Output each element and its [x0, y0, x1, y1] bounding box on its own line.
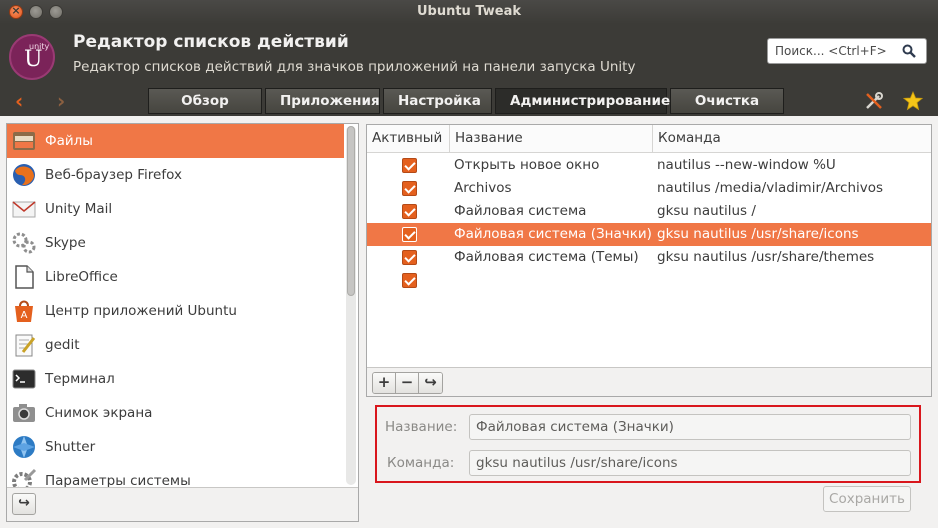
reset-button[interactable]: ↪: [12, 493, 36, 515]
gedit-icon: [15, 334, 36, 357]
list-item-skype[interactable]: Skype: [7, 226, 344, 260]
list-item-system-settings[interactable]: Параметры системы: [7, 464, 344, 487]
list-item-libreoffice[interactable]: LibreOffice: [7, 260, 344, 294]
files-icon: [13, 132, 35, 150]
column-header-command[interactable]: Команда: [653, 125, 931, 152]
table-button-group: + − ↪: [372, 372, 443, 394]
application-list[interactable]: Файлы Веб-браузер Firefox Unity Mail Sky…: [7, 124, 344, 487]
camera-icon: [13, 404, 35, 422]
window-titlebar: × Ubuntu Tweak: [0, 0, 938, 24]
section-tabs: Обзор Приложения Настройка Администриров…: [148, 88, 787, 114]
settings-icon: [12, 468, 37, 487]
active-checkbox[interactable]: [402, 181, 417, 196]
active-checkbox[interactable]: [402, 204, 417, 219]
add-item-button[interactable]: +: [373, 373, 396, 393]
table-header: Активный Название Команда: [367, 125, 931, 153]
table-row-selected[interactable]: Файловая система (Значки) gksu nautilus …: [367, 223, 931, 246]
name-field[interactable]: Файловая система (Значки): [469, 414, 911, 440]
list-item-files[interactable]: Файлы: [7, 124, 344, 158]
application-list-panel: Файлы Веб-браузер Firefox Unity Mail Sky…: [6, 123, 359, 522]
tab-overview[interactable]: Обзор: [148, 88, 262, 114]
page-title: Редактор списков действий: [73, 32, 349, 52]
table-row[interactable]: [367, 269, 931, 292]
list-item-terminal[interactable]: Терминал: [7, 362, 344, 396]
active-checkbox[interactable]: [402, 273, 417, 288]
table-row[interactable]: Открыть новое окно nautilus --new-window…: [367, 154, 931, 177]
search-input[interactable]: Поиск... <Ctrl+F>: [767, 38, 927, 64]
terminal-icon: [12, 369, 36, 389]
column-header-active[interactable]: Активный: [367, 125, 450, 152]
active-checkbox[interactable]: [402, 158, 417, 173]
shutter-icon: [13, 436, 35, 458]
active-checkbox[interactable]: [402, 227, 417, 242]
tab-applications[interactable]: Приложения: [265, 88, 380, 114]
software-center-icon: A: [15, 300, 33, 322]
table-row[interactable]: Файловая система (Темы) gksu nautilus /u…: [367, 246, 931, 269]
page-subtitle: Редактор списков действий для значков пр…: [73, 59, 636, 75]
app-list-scroll-thumb[interactable]: [347, 126, 355, 296]
list-item-unity-mail[interactable]: Unity Mail: [7, 192, 344, 226]
save-button[interactable]: Сохранить: [823, 486, 911, 512]
back-button[interactable]: ‹: [15, 89, 23, 113]
table-toolbar: + − ↪: [367, 367, 931, 396]
unity-logo-icon: unity U: [9, 34, 55, 80]
main-toolbar: ‹ › Обзор Приложения Настройка Администр…: [0, 88, 938, 116]
command-label: Команда:: [387, 455, 455, 471]
mail-icon: [12, 201, 36, 218]
table-row[interactable]: Файловая система gksu nautilus /: [367, 200, 931, 223]
libreoffice-icon: [15, 265, 34, 289]
forward-button[interactable]: ›: [57, 89, 65, 113]
tab-admins[interactable]: Администрирование: [495, 88, 670, 114]
active-checkbox[interactable]: [402, 250, 417, 265]
redo-item-button[interactable]: ↪: [419, 373, 442, 393]
skype-icon: [12, 232, 36, 254]
list-item-shutter[interactable]: Shutter: [7, 430, 344, 464]
search-icon: [902, 44, 916, 58]
list-item-software-center[interactable]: A Центр приложений Ubuntu: [7, 294, 344, 328]
list-item-screenshot[interactable]: Снимок экрана: [7, 396, 344, 430]
quicklist-table: Активный Название Команда Открыть новое …: [366, 124, 932, 397]
list-item-firefox[interactable]: Веб-браузер Firefox: [7, 158, 344, 192]
command-field[interactable]: gksu nautilus /usr/share/icons: [469, 450, 911, 476]
tab-tweaks[interactable]: Настройка: [383, 88, 492, 114]
app-list-toolbar: ↪: [7, 487, 358, 521]
name-label: Название:: [385, 419, 458, 435]
tools-icon[interactable]: [864, 91, 884, 111]
column-header-name[interactable]: Название: [450, 125, 653, 152]
firefox-icon: [13, 164, 35, 186]
search-placeholder: Поиск... <Ctrl+F>: [775, 44, 887, 58]
tab-janitor[interactable]: Очистка: [670, 88, 784, 114]
svg-text:A: A: [21, 310, 28, 321]
table-row[interactable]: Archivos nautilus /media/vladimir/Archiv…: [367, 177, 931, 200]
window-title: Ubuntu Tweak: [416, 4, 522, 19]
app-list-scrollbar[interactable]: [346, 126, 356, 485]
star-icon[interactable]: [903, 91, 923, 111]
app-header: unity U Редактор списков действий Редакт…: [0, 24, 938, 88]
remove-item-button[interactable]: −: [396, 373, 419, 393]
list-item-gedit[interactable]: gedit: [7, 328, 344, 362]
